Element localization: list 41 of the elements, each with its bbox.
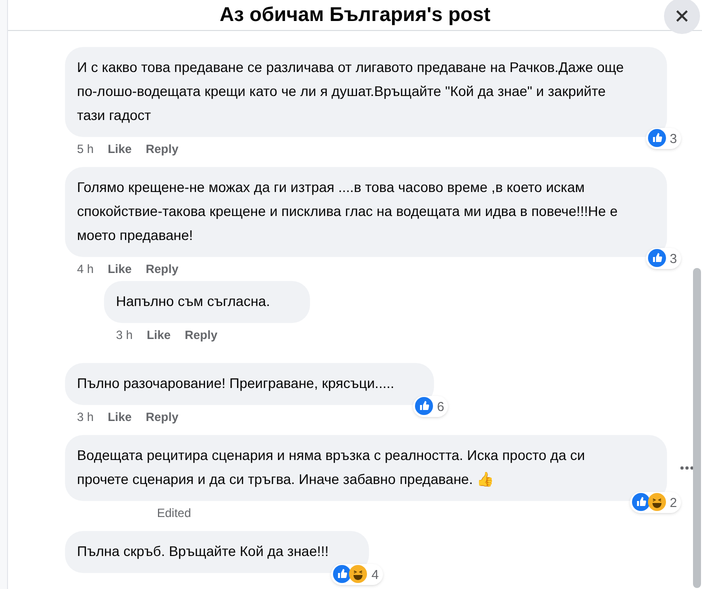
- reply-link[interactable]: Reply: [184, 326, 218, 344]
- like-link[interactable]: Like: [108, 408, 132, 426]
- comment-time: 3 h: [116, 327, 133, 344]
- reaction-badge[interactable]: 4: [331, 564, 383, 585]
- like-link[interactable]: Like: [108, 140, 132, 158]
- reaction-count: 4: [370, 566, 380, 584]
- reply-link[interactable]: Reply: [146, 408, 178, 426]
- reaction-badge[interactable]: 3: [646, 128, 681, 149]
- laughing-face-icon: [349, 565, 368, 584]
- like-icon: [648, 249, 666, 268]
- comment-time: 5 h: [77, 141, 94, 158]
- comment-text: Голямо крещене-не можах да ги изтрая ....в това часово време ,в което искам спокойствие-такова крещене и писклива глас на водещата ми идва в повече!!!Не е моето предаване!: [77, 179, 618, 243]
- reaction-badge[interactable]: 3: [646, 248, 681, 269]
- like-link[interactable]: Like: [108, 260, 132, 278]
- comment-time: 4 h: [77, 261, 94, 278]
- reaction-badge[interactable]: 6: [413, 396, 448, 417]
- reaction-count: 2: [668, 494, 678, 512]
- like-link[interactable]: Like: [146, 326, 171, 344]
- close-button[interactable]: [664, 0, 700, 34]
- like-icon: [415, 397, 434, 416]
- reply-link[interactable]: Reply: [146, 260, 178, 278]
- reaction-count: 3: [668, 130, 678, 148]
- reaction-count: 3: [668, 250, 678, 268]
- laughing-face-icon: [648, 493, 666, 512]
- close-icon: [675, 9, 689, 23]
- comment-text: Пълно разочарование! Преиграване, крясъци.....: [77, 375, 394, 391]
- like-icon: [333, 565, 352, 584]
- comment-text: Пълна скръб. Връщайте Кой да знае!!!: [77, 543, 329, 559]
- reply-link[interactable]: Reply: [146, 140, 178, 158]
- scrollbar[interactable]: [693, 268, 701, 588]
- reaction-count: 6: [436, 398, 446, 416]
- like-icon: [648, 129, 666, 148]
- like-icon: [632, 493, 650, 512]
- comment-text: Напълно съм съгласна.: [116, 293, 270, 309]
- post-title: Аз обичам България's post: [220, 3, 490, 28]
- comment-text: И с какво това предаване се различава от лигавото предаване на Рачков.Даже още по-лошо-водещата крещи като че ли я душат.Връщайте "Кой да знае" и закрийте тази гадост: [77, 59, 624, 123]
- edited-label: Edited: [156, 505, 192, 522]
- more-options-icon[interactable]: [680, 466, 694, 470]
- reaction-badge[interactable]: 2: [630, 492, 681, 513]
- comment-time: 3 h: [77, 409, 94, 426]
- comment-text: Водещата рецитира сценария и няма връзка с реалността. Иска просто да си прочете сценария и да си тръгва. Иначе забавно предаване. 👍: [77, 447, 585, 487]
